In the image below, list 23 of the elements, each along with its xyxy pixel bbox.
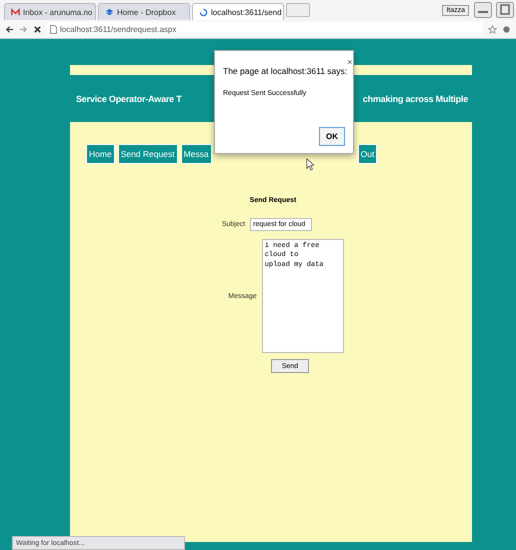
nav-button[interactable]: Send Request bbox=[118, 144, 178, 164]
close-icon[interactable] bbox=[33, 24, 42, 34]
maximize-icon[interactable] bbox=[496, 2, 514, 18]
spinner-icon bbox=[199, 8, 208, 16]
ok-button[interactable]: OK bbox=[319, 127, 345, 146]
browser-tab[interactable]: Home - Dropbox bbox=[98, 3, 190, 20]
browser-tab[interactable]: localhost:3611/send bbox=[192, 3, 284, 20]
browser-tab[interactable]: Inbox - arunuma.no bbox=[4, 3, 96, 20]
star-icon[interactable] bbox=[488, 24, 497, 34]
minimize-icon[interactable] bbox=[474, 2, 492, 18]
address-field[interactable]: localhost:3611/sendrequest.aspx bbox=[47, 22, 483, 36]
nav-button[interactable]: Out bbox=[358, 144, 378, 164]
close-button[interactable]: × bbox=[347, 57, 352, 67]
nav-button[interactable]: Home bbox=[86, 144, 115, 164]
mail-icon bbox=[11, 8, 20, 16]
nav-button[interactable]: Messa bbox=[180, 144, 212, 164]
back-arrow-icon[interactable] bbox=[5, 24, 14, 34]
box-icon bbox=[105, 8, 114, 16]
page-icon bbox=[50, 24, 57, 34]
cursor-icon bbox=[306, 158, 314, 171]
site-title: chmaking across Multiple bbox=[362, 94, 468, 104]
site-title: Service Operator-Aware T bbox=[76, 94, 182, 104]
dialog-title: The page at localhost:3611 says: bbox=[223, 66, 348, 76]
